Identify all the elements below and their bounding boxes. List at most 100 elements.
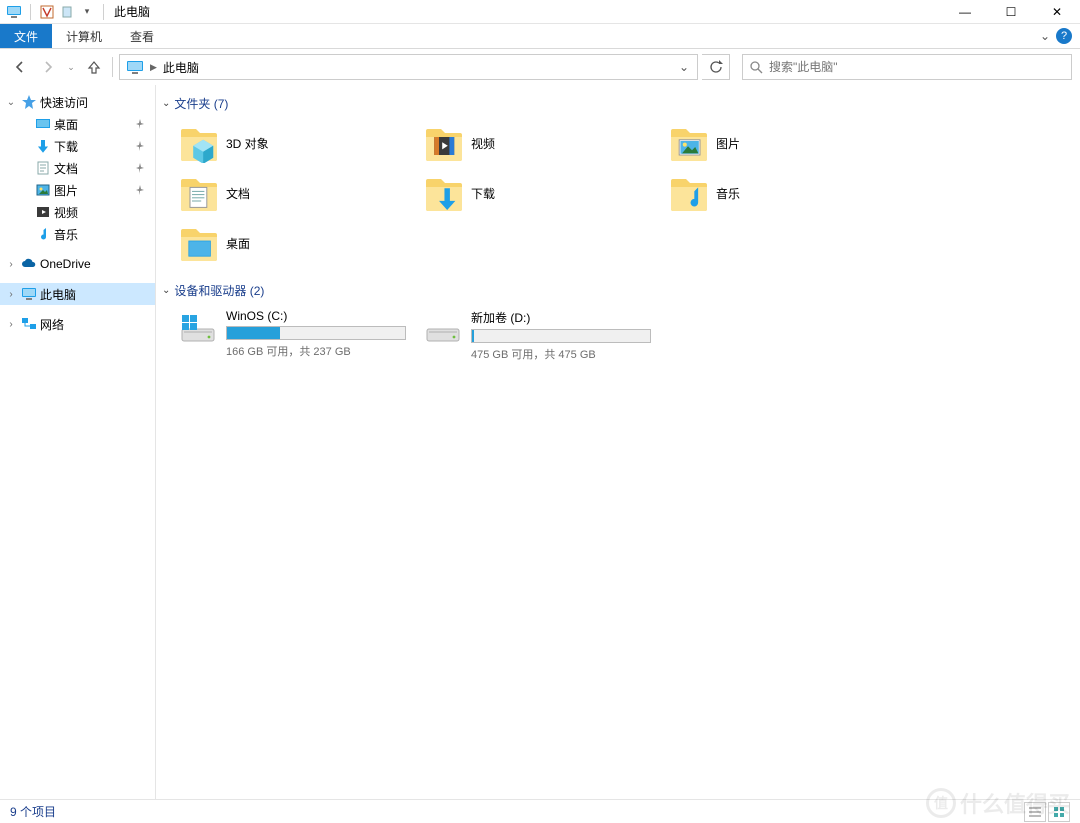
desktop-icon	[34, 115, 52, 133]
expand-icon[interactable]: ›	[4, 259, 18, 270]
group-header-label: 设备和驱动器 (2)	[174, 282, 264, 299]
tree-label: OneDrive	[40, 257, 91, 271]
tree-quick-item[interactable]: 桌面	[0, 113, 155, 135]
document-folder-icon	[178, 173, 218, 213]
qat-dropdown-icon[interactable]	[59, 4, 75, 20]
folder-item[interactable]: 3D 对象	[174, 118, 419, 168]
tab-view[interactable]: 查看	[116, 24, 168, 48]
chevron-right-icon[interactable]: ▶	[148, 62, 159, 73]
folder-item[interactable]: 视频	[419, 118, 664, 168]
search-box[interactable]	[742, 54, 1072, 80]
folder-label: 视频	[471, 135, 495, 152]
maximize-button[interactable]: ☐	[988, 0, 1034, 24]
ribbon-tabs: 文件 计算机 查看 ⌄ ?	[0, 24, 1080, 49]
close-button[interactable]: ✕	[1034, 0, 1080, 24]
download-folder-icon	[423, 173, 463, 213]
large-icons-view-button[interactable]	[1048, 802, 1070, 822]
window-controls: — ☐ ✕	[942, 0, 1080, 24]
star-icon	[20, 93, 38, 111]
folder-label: 音乐	[716, 185, 740, 202]
window-title: 此电脑	[108, 3, 150, 20]
status-bar: 9 个项目	[0, 799, 1080, 823]
back-button[interactable]	[8, 55, 32, 79]
status-text: 9 个项目	[10, 803, 56, 820]
drive-item[interactable]: WinOS (C:) 166 GB 可用，共 237 GB	[174, 307, 419, 364]
tree-label: 视频	[54, 204, 78, 221]
tree-network[interactable]: › 网络	[0, 313, 155, 335]
group-header-label: 文件夹 (7)	[174, 95, 228, 112]
folder-label: 桌面	[226, 235, 250, 252]
expand-icon[interactable]: ›	[4, 289, 18, 300]
video-icon	[34, 203, 52, 221]
tree-this-pc[interactable]: › 此电脑	[0, 283, 155, 305]
picture-folder-icon	[668, 123, 708, 163]
tree-label: 音乐	[54, 226, 78, 243]
tree-quick-item[interactable]: 视频	[0, 201, 155, 223]
up-button[interactable]	[82, 55, 106, 79]
address-dropdown-icon[interactable]: ⌄	[673, 60, 695, 74]
tree-label: 图片	[54, 182, 78, 199]
folder-item[interactable]: 文档	[174, 168, 419, 218]
search-input[interactable]	[769, 60, 1065, 74]
document-icon	[34, 159, 52, 177]
pin-icon	[135, 119, 145, 129]
picture-icon	[34, 181, 52, 199]
pin-icon	[135, 185, 145, 195]
ribbon-expand-icon[interactable]: ⌄	[1040, 29, 1050, 43]
tab-file[interactable]: 文件	[0, 24, 52, 48]
quick-access-toolbar: ▾	[0, 4, 108, 20]
folder-item[interactable]: 音乐	[664, 168, 909, 218]
folder-label: 3D 对象	[226, 135, 269, 152]
tree-label: 网络	[40, 316, 64, 333]
tree-label: 此电脑	[40, 286, 76, 303]
drive-subtext: 475 GB 可用，共 475 GB	[471, 346, 651, 362]
music-icon	[34, 225, 52, 243]
tree-quick-access[interactable]: ⌄ 快速访问	[0, 91, 155, 113]
view-switcher	[1024, 802, 1070, 822]
minimize-button[interactable]: —	[942, 0, 988, 24]
drive-grid: WinOS (C:) 166 GB 可用，共 237 GB 新加卷 (D:) 4…	[162, 301, 1074, 364]
details-view-button[interactable]	[1024, 802, 1046, 822]
collapse-icon: ⌄	[162, 285, 170, 296]
network-icon	[20, 315, 38, 333]
help-icon[interactable]: ?	[1056, 28, 1072, 44]
recent-locations-button[interactable]: ⌄	[64, 55, 78, 79]
ribbon-right: ⌄ ?	[1040, 24, 1080, 48]
properties-icon[interactable]	[39, 4, 55, 20]
group-header-drives[interactable]: ⌄ 设备和驱动器 (2)	[162, 280, 1074, 301]
download-icon	[34, 137, 52, 155]
folder-item[interactable]: 桌面	[174, 218, 419, 268]
tab-computer[interactable]: 计算机	[52, 24, 116, 48]
title-bar: ▾ 此电脑 — ☐ ✕	[0, 0, 1080, 24]
desktop-folder-icon	[178, 223, 218, 263]
drive-icon	[423, 309, 463, 349]
pin-icon	[135, 141, 145, 151]
folder-label: 下载	[471, 185, 495, 202]
expand-icon[interactable]: ›	[4, 319, 18, 330]
folder-item[interactable]: 下载	[419, 168, 664, 218]
cloud-icon	[20, 255, 38, 273]
3d-folder-icon	[178, 123, 218, 163]
folder-item[interactable]: 图片	[664, 118, 909, 168]
breadcrumb-this-pc[interactable]: 此电脑	[159, 59, 203, 76]
content-pane: ⌄ 文件夹 (7) 3D 对象 视频 图片文档 下载 音乐桌面 ⌄ 设备和驱动器 (2)…	[156, 85, 1080, 799]
collapse-icon[interactable]: ⌄	[4, 97, 18, 108]
drive-subtext: 166 GB 可用，共 237 GB	[226, 343, 406, 359]
separator	[103, 4, 104, 20]
tree-quick-item[interactable]: 图片	[0, 179, 155, 201]
refresh-button[interactable]	[702, 54, 730, 80]
tree-onedrive[interactable]: › OneDrive	[0, 253, 155, 275]
qat-overflow-icon[interactable]: ▾	[79, 4, 95, 20]
tree-quick-item[interactable]: 下载	[0, 135, 155, 157]
tree-label: 桌面	[54, 116, 78, 133]
group-header-folders[interactable]: ⌄ 文件夹 (7)	[162, 93, 1074, 114]
tree-quick-item[interactable]: 音乐	[0, 223, 155, 245]
drive-item[interactable]: 新加卷 (D:) 475 GB 可用，共 475 GB	[419, 307, 664, 364]
tree-quick-item[interactable]: 文档	[0, 157, 155, 179]
separator	[30, 4, 31, 20]
navigation-pane: ⌄ 快速访问 桌面下载文档图片视频音乐 › OneDrive ›	[0, 85, 156, 799]
forward-button[interactable]	[36, 55, 60, 79]
folder-grid: 3D 对象 视频 图片文档 下载 音乐桌面	[162, 114, 1074, 280]
drive-icon	[178, 309, 218, 349]
address-bar[interactable]: ▶ 此电脑 ⌄	[119, 54, 698, 80]
